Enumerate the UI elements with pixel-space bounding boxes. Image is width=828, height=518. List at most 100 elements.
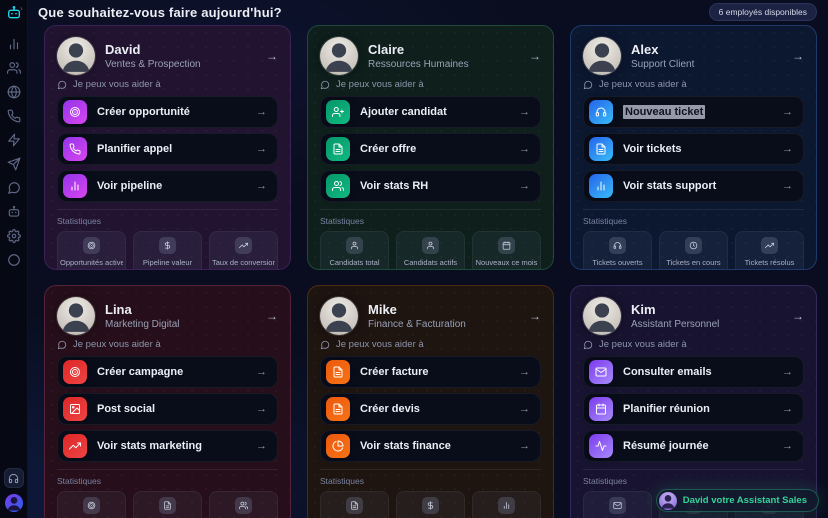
stat-label: Opportunités actives bbox=[60, 258, 123, 267]
action-label: Voir tickets bbox=[623, 143, 682, 155]
action-post-social[interactable]: Post social→ bbox=[57, 393, 278, 425]
action-creer-opportunite[interactable]: Créer opportunité→ bbox=[57, 96, 278, 128]
mail-icon bbox=[609, 497, 626, 514]
support-headphones-button[interactable] bbox=[4, 468, 24, 488]
assistant-role: Ressources Humaines bbox=[368, 59, 469, 70]
assistant-avatar[interactable] bbox=[583, 37, 621, 75]
arrow-right-icon: → bbox=[256, 440, 267, 452]
stats-row: Campagnes actives0Articles de blog0Posts… bbox=[57, 491, 278, 518]
assistant-avatar[interactable] bbox=[57, 297, 95, 335]
helper-text: Je peux vous aider à bbox=[336, 79, 424, 90]
action-ajouter-candidat[interactable]: Ajouter candidat→ bbox=[320, 96, 541, 128]
users-icon bbox=[326, 174, 350, 198]
sidebar-item-phone-icon[interactable] bbox=[7, 109, 21, 123]
dollar-icon bbox=[422, 497, 439, 514]
sidebar-item-bar-chart-icon[interactable] bbox=[7, 37, 21, 51]
stat-value: 0 bbox=[399, 269, 462, 270]
stats-title: Statistiques bbox=[583, 476, 804, 486]
action-label: Voir pipeline bbox=[97, 180, 162, 192]
action-voir-stats-finance[interactable]: Voir stats finance→ bbox=[320, 430, 541, 462]
stats-row: Opportunités actives0Pipeline valeur€0Ta… bbox=[57, 231, 278, 270]
arrow-right-icon: → bbox=[256, 366, 267, 378]
open-assistant-arrow-icon[interactable]: → bbox=[792, 309, 804, 323]
sidebar-item-zap-icon[interactable] bbox=[7, 133, 21, 147]
sidebar-item-globe-icon[interactable] bbox=[7, 85, 21, 99]
action-voir-stats-marketing[interactable]: Voir stats marketing→ bbox=[57, 430, 278, 462]
helper-text: Je peux vous aider à bbox=[73, 339, 161, 350]
stat-value: 756 bbox=[323, 269, 386, 270]
stats-title: Statistiques bbox=[583, 216, 804, 226]
stats-row: Tickets ouverts5Tickets en cours3Tickets… bbox=[583, 231, 804, 270]
assistant-name: Kim bbox=[631, 302, 719, 317]
action-voir-tickets[interactable]: Voir tickets → bbox=[583, 133, 804, 165]
sidebar-item-users-icon[interactable] bbox=[7, 61, 21, 75]
target-icon bbox=[83, 497, 100, 514]
stat-campagnes-actives: Campagnes actives0 bbox=[57, 491, 126, 518]
user-avatar[interactable] bbox=[5, 494, 23, 512]
headset-icon bbox=[589, 100, 613, 124]
stat-label: Taux de conversion bbox=[212, 258, 275, 267]
action-creer-facture[interactable]: Créer facture→ bbox=[320, 356, 541, 388]
assistant-avatar[interactable] bbox=[583, 297, 621, 335]
actions-list: Nouveau ticket→ Voir tickets → Voir stats s… bbox=[583, 96, 804, 202]
action-voir-stats-rh[interactable]: Voir stats RH→ bbox=[320, 170, 541, 202]
sidebar-item-settings-icon[interactable] bbox=[7, 229, 21, 243]
open-assistant-arrow-icon[interactable]: → bbox=[792, 49, 804, 63]
action-creer-campagne[interactable]: Créer campagne→ bbox=[57, 356, 278, 388]
stat-label: Tickets résolus bbox=[738, 258, 801, 267]
action-nouveau-ticket[interactable]: Nouveau ticket→ bbox=[583, 96, 804, 128]
sidebar-item-robot-icon[interactable] bbox=[7, 205, 21, 219]
open-assistant-arrow-icon[interactable]: → bbox=[266, 49, 278, 63]
action-voir-pipeline[interactable]: Voir pipeline→ bbox=[57, 170, 278, 202]
assistant-status-pill[interactable]: David votre Assistant Sales bbox=[656, 489, 819, 512]
sidebar-expand-chevron-icon[interactable]: › bbox=[20, 4, 23, 13]
stat-factures-en-attente: Factures en attente0 bbox=[320, 491, 389, 518]
assistant-avatar[interactable] bbox=[57, 37, 95, 75]
assistant-avatar[interactable] bbox=[320, 297, 358, 335]
image-icon bbox=[63, 397, 87, 421]
file-icon bbox=[326, 137, 350, 161]
action-resume-journee[interactable]: Résumé journée→ bbox=[583, 430, 804, 462]
helper-row: Je peux vous aider à bbox=[583, 339, 804, 350]
arrow-right-icon: → bbox=[782, 440, 793, 452]
target-icon bbox=[63, 100, 87, 124]
trend-icon bbox=[235, 237, 252, 254]
actions-list: Créer facture→ Créer devis→ Voir stats fin… bbox=[320, 356, 541, 462]
page-title: Que souhaitez-vous faire aujourd'hui? bbox=[38, 5, 282, 20]
helper-text: Je peux vous aider à bbox=[73, 79, 161, 90]
assistant-pill-text: David votre Assistant Sales bbox=[683, 495, 807, 506]
stat-value: €0 bbox=[136, 269, 199, 270]
action-label: Créer opportunité bbox=[97, 106, 190, 118]
action-consulter-emails[interactable]: Consulter emails→ bbox=[583, 356, 804, 388]
sidebar-item-message-icon[interactable] bbox=[7, 181, 21, 195]
users-icon bbox=[235, 497, 252, 514]
open-assistant-arrow-icon[interactable]: → bbox=[266, 309, 278, 323]
sidebar-item-send-icon[interactable] bbox=[7, 157, 21, 171]
divider bbox=[57, 209, 278, 210]
sidebar-item-circle-icon[interactable] bbox=[7, 253, 21, 267]
bar-chart-icon bbox=[63, 174, 87, 198]
assistant-avatar[interactable] bbox=[320, 37, 358, 75]
open-assistant-arrow-icon[interactable]: → bbox=[529, 309, 541, 323]
stat-value: 498 bbox=[475, 269, 538, 270]
arrow-right-icon: → bbox=[782, 106, 793, 118]
action-planifier-appel[interactable]: Planifier appel→ bbox=[57, 133, 278, 165]
divider bbox=[320, 469, 541, 470]
open-assistant-arrow-icon[interactable]: → bbox=[529, 49, 541, 63]
arrow-right-icon: → bbox=[782, 403, 793, 415]
action-planifier-reunion[interactable]: Planifier réunion→ bbox=[583, 393, 804, 425]
assistant-card-lina: Lina Marketing Digital → Je peux vous ai… bbox=[44, 285, 291, 518]
mail-icon bbox=[589, 360, 613, 384]
helper-row: Je peux vous aider à bbox=[320, 339, 541, 350]
chat-bubble-icon bbox=[57, 80, 67, 90]
assistant-identity: Alex Support Client bbox=[631, 42, 694, 70]
action-creer-offre[interactable]: Créer offre→ bbox=[320, 133, 541, 165]
trend-icon bbox=[63, 434, 87, 458]
arrow-right-icon: → bbox=[519, 106, 530, 118]
action-creer-devis[interactable]: Créer devis→ bbox=[320, 393, 541, 425]
assistant-name: Mike bbox=[368, 302, 466, 317]
action-voir-stats-support[interactable]: Voir stats support→ bbox=[583, 170, 804, 202]
stat-opportunites-actives: Opportunités actives0 bbox=[57, 231, 126, 270]
arrow-right-icon: → bbox=[782, 143, 793, 155]
stat-value: 5 bbox=[586, 269, 649, 270]
